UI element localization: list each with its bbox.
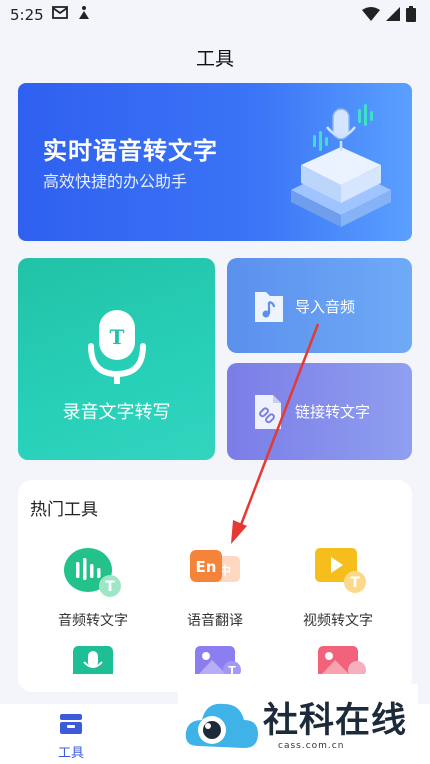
svg-text:T: T [105, 579, 115, 595]
microphone-device-illustration [291, 104, 391, 227]
tab-tools[interactable]: 工具 [42, 712, 100, 761]
toolbox-icon [60, 714, 82, 734]
hot-tools-title: 热门工具 [30, 500, 98, 520]
import-audio-card[interactable]: 导入音频 [227, 258, 412, 353]
watermark-text: 社科在线 [263, 701, 408, 741]
page-title: 工具 [195, 48, 234, 70]
status-bar: 5:25 [0, 0, 430, 30]
microphone-icon: T [88, 310, 146, 384]
hot-tools-panel: 热门工具 T 音频转文字 中 En 语音翻译 T 视频转文字 T [18, 480, 412, 692]
tool-audio-to-text[interactable]: T 音频转文字 [33, 546, 153, 630]
link-to-text-label: 链接转文字 [295, 403, 371, 421]
mail-notification-icon [52, 6, 68, 19]
image-text-icon: T [195, 646, 241, 680]
cloud-eye-logo [185, 703, 258, 748]
tool-label: 音频转文字 [58, 613, 128, 629]
record-transcribe-card[interactable]: T 录音文字转写 [18, 258, 215, 460]
link-file-icon [255, 395, 281, 429]
status-system-icons [362, 6, 416, 22]
realtime-speech-banner[interactable]: 实时语音转文字 高效快捷的办公助手 [18, 83, 412, 241]
svg-text:T: T [350, 575, 360, 591]
signal-icon [386, 7, 400, 21]
audio-bars-icon: T [64, 548, 121, 597]
voice-record-icon [73, 646, 113, 680]
svg-text:T: T [110, 325, 125, 349]
status-notification-icons [52, 5, 92, 21]
video-text-icon: T [315, 548, 366, 593]
tool-video-to-text[interactable]: T 视频转文字 [278, 546, 398, 630]
tool-row2-2[interactable]: T [155, 644, 275, 680]
banner-title: 实时语音转文字 [43, 137, 218, 165]
battery-icon [406, 6, 416, 22]
svg-text:T: T [228, 664, 236, 674]
import-audio-label: 导入音频 [295, 298, 356, 316]
tool-label: 语音翻译 [187, 613, 243, 629]
tab-tools-label: 工具 [57, 746, 84, 761]
tool-row2-1[interactable] [33, 644, 153, 680]
wifi-icon [362, 7, 380, 21]
translate-icon: 中 En [190, 550, 240, 582]
accessibility-icon [79, 6, 89, 19]
audio-file-icon [255, 292, 283, 322]
tool-row2-3[interactable] [278, 644, 398, 680]
image-audio-icon [318, 646, 366, 680]
status-time: 5:25 [10, 6, 44, 24]
record-card-label: 录音文字转写 [62, 402, 171, 423]
tool-label: 视频转文字 [303, 613, 373, 629]
banner-subtitle: 高效快捷的办公助手 [43, 172, 188, 191]
tool-voice-translate[interactable]: 中 En 语音翻译 [155, 546, 275, 630]
link-to-text-card[interactable]: 链接转文字 [227, 363, 412, 460]
watermark: 社科在线 cass.com.cn [178, 684, 418, 764]
svg-text:En: En [196, 558, 217, 576]
watermark-url: cass.com.cn [278, 741, 345, 751]
